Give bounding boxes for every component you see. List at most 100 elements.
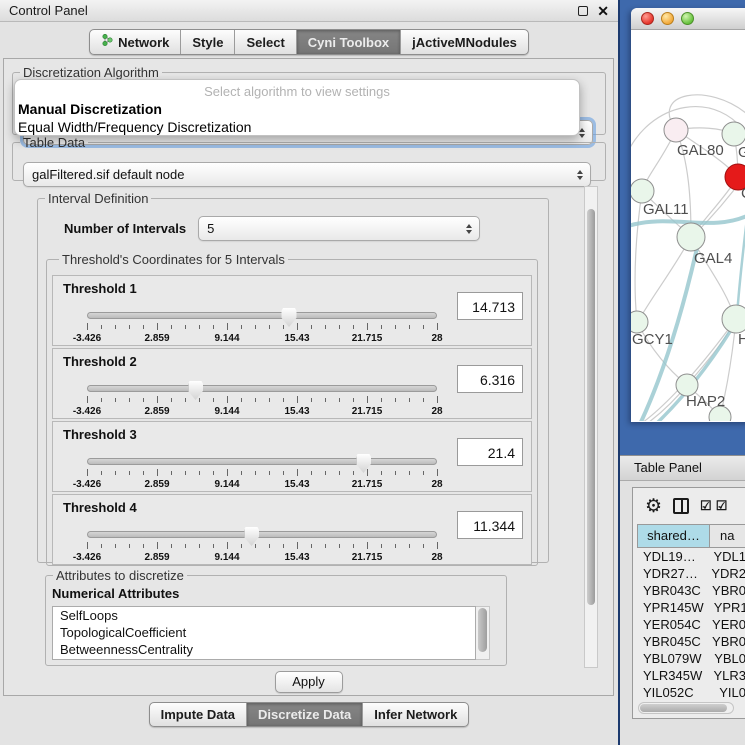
threshold-row: Threshold 4-3.4262.8599.14415.4321.71528…: [52, 494, 532, 565]
table-cell: YIL052C: [637, 684, 709, 701]
list-item[interactable]: SelfLoops: [53, 607, 475, 624]
node-label: GAL4: [694, 250, 732, 267]
threshold-slider[interactable]: -3.4262.8599.14415.4321.71528: [87, 310, 437, 346]
tab-network[interactable]: Network: [90, 30, 181, 54]
attributes-list-scrollbar[interactable]: [476, 606, 490, 660]
table-data-group-title: Table Data: [20, 135, 88, 150]
slider-ticks: [87, 469, 437, 477]
network-canvas[interactable]: GAL80GACGAL11GAL4GCY1HHAP2: [631, 30, 745, 421]
table-cell: YIL0: [709, 684, 745, 701]
slider-ticks: [87, 396, 437, 404]
close-panel-button[interactable]: ✕: [597, 6, 609, 16]
algorithm-option-1[interactable]: Manual Discretization: [15, 100, 579, 118]
tab-style[interactable]: Style: [181, 30, 235, 54]
threshold-group-title: Threshold's Coordinates for 5 Intervals: [59, 252, 288, 267]
node-label: GA: [738, 144, 745, 161]
table-panel-body: ⚙ ☑☑ shared…naYDL19…YDL1YDR27…YDR2YBR043C…: [620, 481, 745, 745]
threshold-slider[interactable]: -3.4262.8599.14415.4321.71528: [87, 529, 437, 565]
table-cell: YLR3: [703, 667, 745, 684]
threshold-slider[interactable]: -3.4262.8599.14415.4321.71528: [87, 383, 437, 419]
apply-button[interactable]: Apply: [275, 671, 343, 693]
threshold-label: Threshold 2: [63, 354, 137, 369]
network-node[interactable]: [664, 118, 688, 142]
network-node[interactable]: [722, 122, 745, 146]
cyni-toolbox-panel: Discretization Algorithm Select algorith…: [3, 58, 614, 696]
tab-jactivemnodules[interactable]: jActiveMNodules: [401, 30, 528, 54]
tab-discretize-data[interactable]: Discretize Data: [247, 703, 363, 726]
threshold-value-field[interactable]: 6.316: [457, 365, 523, 393]
tab-infer-network[interactable]: Infer Network: [363, 703, 468, 726]
slider-track: [87, 531, 437, 538]
spinner-arrows-icon: [466, 224, 472, 234]
table-row[interactable]: YBL079WYBL0: [637, 650, 745, 667]
minimize-traffic-light-icon[interactable]: [661, 12, 674, 25]
node-label: C: [741, 185, 745, 202]
list-item[interactable]: TopologicalCoefficient: [53, 624, 475, 641]
checkbox-icon[interactable]: ☑: [716, 498, 728, 514]
tab-select[interactable]: Select: [235, 30, 296, 54]
threshold-slider[interactable]: -3.4262.8599.14415.4321.71528: [87, 456, 437, 492]
network-node[interactable]: [722, 305, 745, 333]
slider-track: [87, 458, 437, 465]
zoom-traffic-light-icon[interactable]: [681, 12, 694, 25]
table-cell: YDR27…: [637, 565, 701, 582]
table-row[interactable]: YBR045CYBR0: [637, 633, 745, 650]
table-cell: YBR045C: [637, 633, 702, 650]
network-window-titlebar[interactable]: [631, 8, 745, 30]
threshold-row: Threshold 1-3.4262.8599.14415.4321.71528…: [52, 275, 532, 346]
network-icon: [101, 33, 113, 51]
network-graph: GAL80GACGAL11GAL4GCY1HHAP2: [631, 30, 745, 421]
control-panel-titlebar: Control Panel ✕: [0, 0, 618, 22]
split-pane-icon[interactable]: [673, 498, 689, 514]
table-row[interactable]: YBR043CYBR0: [637, 582, 745, 599]
table-data-select[interactable]: galFiltered.sif default node: [23, 162, 591, 187]
tab-label: Cyni Toolbox: [308, 34, 389, 51]
tab-label: Network: [118, 34, 169, 51]
threshold-value-field[interactable]: 11.344: [457, 511, 523, 539]
tab-cyni-toolbox[interactable]: Cyni Toolbox: [297, 30, 401, 54]
table-row[interactable]: YDL19…YDL1: [637, 548, 745, 565]
table-row[interactable]: YER054CYER0: [637, 616, 745, 633]
table-horizontal-scrollbar[interactable]: [638, 702, 734, 714]
number-of-intervals-spinner[interactable]: 5: [198, 216, 480, 241]
network-window[interactable]: GAL80GACGAL11GAL4GCY1HHAP2: [631, 8, 745, 422]
table-cell: YBL079W: [637, 650, 704, 667]
list-item[interactable]: BetweennessCentrality: [53, 641, 475, 658]
bottom-tab-bar: Impute DataDiscretize Data Infer Network: [0, 702, 618, 727]
attributes-group: Attributes to discretize Numerical Attri…: [45, 568, 507, 666]
threshold-value-field[interactable]: 14.713: [457, 292, 523, 320]
threshold-value-field[interactable]: 21.4: [457, 438, 523, 466]
combo-arrows-icon: [577, 170, 583, 180]
close-traffic-light-icon[interactable]: [641, 12, 654, 25]
tab-label: Style: [192, 34, 223, 51]
network-node[interactable]: [677, 223, 705, 251]
node-attribute-table: shared…naYDL19…YDL1YDR27…YDR2YBR043CYBR0…: [637, 524, 745, 701]
number-of-intervals-value: 5: [207, 221, 214, 236]
table-row[interactable]: YPR145WYPR1: [637, 599, 745, 616]
column-header[interactable]: shared…: [637, 524, 710, 548]
table-row[interactable]: YIL052CYIL0: [637, 684, 745, 701]
tab-label: Infer Network: [374, 706, 457, 723]
tab-label: jActiveMNodules: [412, 34, 517, 51]
table-row[interactable]: YDR27…YDR2: [637, 565, 745, 582]
settings-scroll-area: Interval Definition Number of Intervals …: [9, 186, 598, 668]
table-cell: YBR043C: [637, 582, 702, 599]
network-node[interactable]: [631, 311, 648, 333]
float-window-button[interactable]: [578, 6, 588, 16]
table-cell: YDR2: [701, 565, 745, 582]
table-panel-frame: ⚙ ☑☑ shared…naYDL19…YDL1YDR27…YDR2YBR043C…: [632, 487, 745, 719]
threshold-row: Threshold 2 -3.4262.8599.14415.4321.71528…: [52, 348, 532, 419]
column-header[interactable]: na: [710, 524, 745, 548]
network-node[interactable]: [631, 179, 654, 203]
table-row[interactable]: YLR345WYLR3: [637, 667, 745, 684]
checkbox-icon[interactable]: ☑: [700, 498, 712, 514]
algorithm-option-2[interactable]: Equal Width/Frequency Discretization: [15, 118, 579, 136]
slider-track: [87, 312, 437, 319]
network-desktop: GAL80GACGAL11GAL4GCY1HHAP2 Table Panel ⚙…: [618, 0, 745, 745]
tab-impute-data[interactable]: Impute Data: [150, 703, 247, 726]
numerical-attributes-list[interactable]: SelfLoopsTopologicalCoefficientBetweenne…: [52, 606, 476, 660]
node-label: GAL11: [643, 201, 689, 218]
threshold-row: Threshold 3-3.4262.8599.14415.4321.71528…: [52, 421, 532, 492]
gear-icon[interactable]: ⚙: [645, 497, 662, 516]
settings-vertical-scrollbar[interactable]: [584, 186, 598, 668]
